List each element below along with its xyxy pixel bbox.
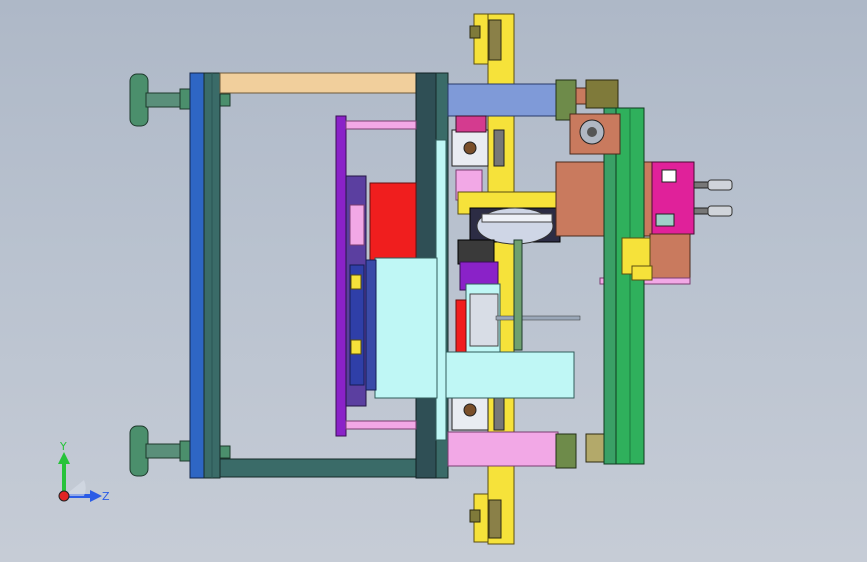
purple-plate [335,115,347,437]
cyan-block [374,257,438,399]
pink-block [631,265,653,281]
top-beam [219,72,417,94]
frame-left-plate [189,72,205,479]
machine-assembly-drawing[interactable] [0,0,867,562]
z-axis-label: Z [102,490,110,503]
bottom-beam [219,458,417,478]
cad-viewport[interactable]: Y Z [0,0,867,562]
x-axis-dot [58,490,70,502]
y-axis-label: Y [59,440,67,453]
red-block [369,182,417,264]
coordinate-triad: Y Z [58,440,110,503]
